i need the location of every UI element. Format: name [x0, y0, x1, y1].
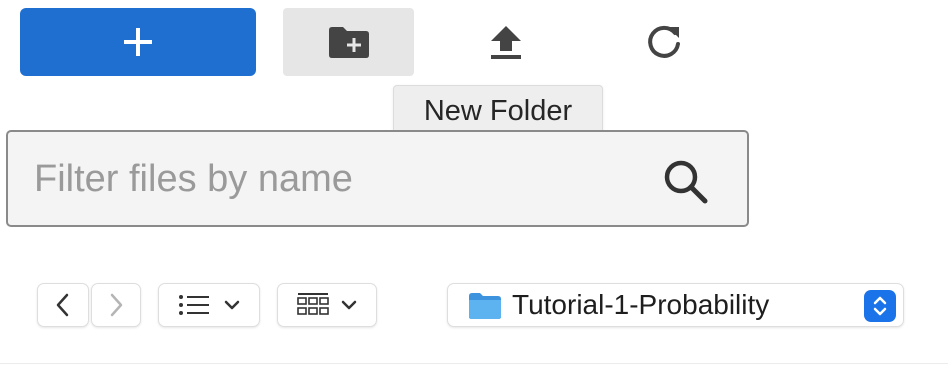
list-icon	[179, 295, 209, 315]
filter-input[interactable]	[34, 150, 634, 208]
tooltip-text: New Folder	[423, 94, 573, 127]
refresh-button[interactable]	[598, 8, 729, 76]
chevron-left-icon	[56, 293, 69, 317]
chevron-right-icon	[110, 293, 123, 317]
updown-chevron-icon	[873, 296, 887, 316]
plus-icon	[124, 28, 152, 56]
back-button[interactable]	[37, 283, 89, 327]
new-launcher-button[interactable]	[20, 8, 256, 76]
grid-view-button[interactable]	[277, 283, 377, 327]
new-folder-button[interactable]	[283, 8, 414, 76]
path-stepper[interactable]	[864, 290, 896, 322]
upload-button[interactable]	[440, 8, 571, 76]
list-view-button[interactable]	[158, 283, 260, 327]
path-select[interactable]: Tutorial-1-Probability	[447, 283, 904, 327]
divider	[0, 363, 948, 364]
filter-box	[6, 130, 749, 227]
folder-icon	[469, 293, 501, 319]
chevron-down-icon	[224, 300, 240, 310]
refresh-icon	[647, 25, 680, 58]
folder-plus-icon	[328, 27, 369, 58]
chevron-down-icon	[341, 300, 357, 310]
search-icon[interactable]	[660, 156, 712, 208]
forward-button[interactable]	[91, 283, 141, 327]
grid-icon	[297, 293, 329, 315]
upload-icon	[490, 26, 521, 59]
path-label: Tutorial-1-Probability	[512, 289, 770, 320]
